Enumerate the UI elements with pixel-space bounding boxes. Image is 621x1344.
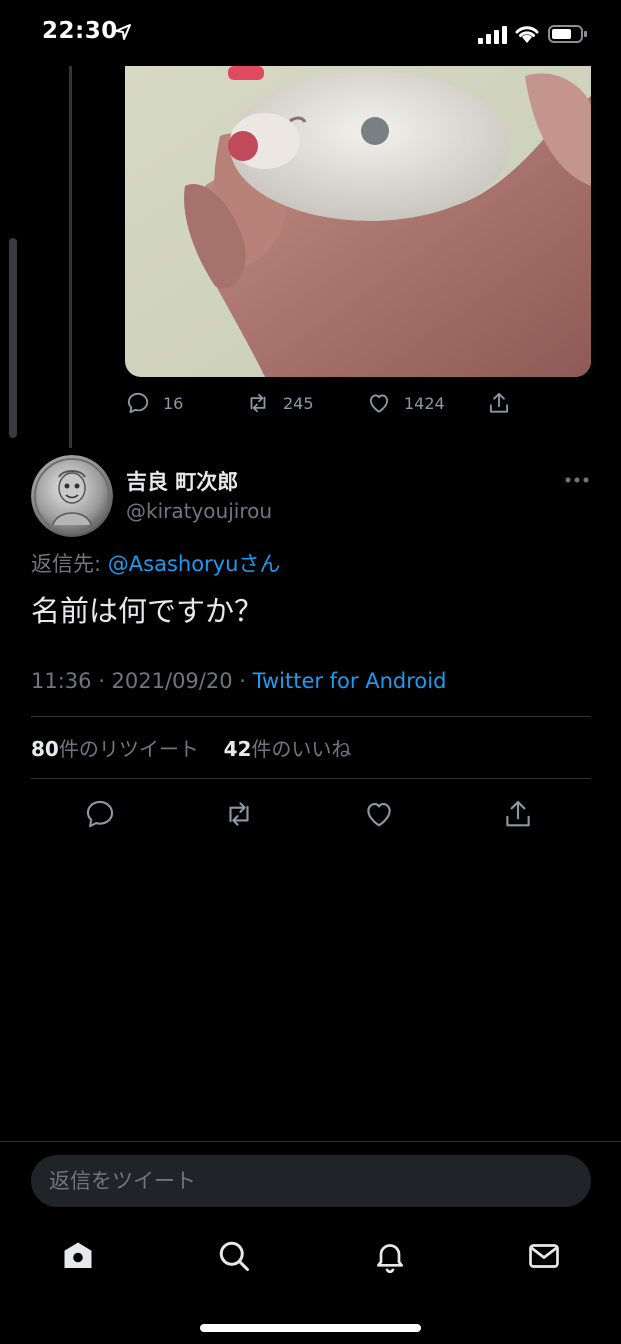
parent-like-button[interactable]: 1424 [366, 390, 445, 416]
cellular-signal-icon [478, 26, 507, 44]
reply-icon [127, 392, 149, 414]
like-button[interactable] [362, 797, 396, 831]
home-tab-icon[interactable] [60, 1238, 96, 1274]
retweet-count[interactable]: 80 [31, 737, 59, 761]
tweet-meta: 11:36 · 2021/09/20 · Twitter for Android [31, 669, 446, 693]
more-options-icon[interactable] [564, 473, 590, 487]
tweet-text: 名前は何ですか？ [31, 594, 264, 628]
reply-button[interactable] [83, 797, 117, 831]
tweet-stats: 80件のリツイート 42件のいいね [31, 733, 351, 762]
parent-reply-button[interactable]: 16 [125, 390, 183, 416]
scroll-indicator[interactable] [9, 238, 17, 438]
location-arrow-icon [115, 24, 131, 40]
parent-retweet-count: 245 [283, 393, 314, 413]
reply-to-line: 返信先: @Asashoryuさん [31, 548, 280, 578]
status-time: 22:30 [42, 18, 118, 44]
share-button[interactable] [501, 797, 535, 831]
parent-retweet-button[interactable]: 245 [245, 390, 314, 416]
tweet-source-link[interactable]: Twitter for Android [253, 669, 447, 693]
like-count[interactable]: 42 [224, 737, 252, 761]
parent-reply-count: 16 [163, 393, 184, 413]
divider [0, 1141, 621, 1142]
parent-share-button[interactable] [486, 390, 512, 416]
display-name[interactable]: 吉良 町次郎 [126, 466, 238, 496]
retweet-icon [250, 393, 266, 413]
reply-mention-link[interactable]: @Asashoryuさん [108, 552, 281, 576]
messages-tab-icon[interactable] [526, 1238, 562, 1274]
parent-like-count: 1424 [404, 393, 445, 413]
avatar[interactable] [31, 455, 113, 537]
retweet-button[interactable] [222, 797, 256, 831]
like-count-label[interactable]: 件のいいね [251, 737, 351, 761]
divider [31, 716, 591, 717]
thread-line [69, 66, 72, 448]
reply-to-label: 返信先: [31, 552, 108, 576]
reply-input[interactable] [31, 1155, 591, 1207]
home-indicator [200, 1324, 421, 1332]
battery-icon [548, 25, 587, 43]
share-icon [489, 392, 509, 413]
notifications-tab-icon[interactable] [372, 1238, 408, 1274]
search-tab-icon[interactable] [216, 1238, 252, 1274]
user-handle[interactable]: @kiratyoujirou [126, 499, 272, 523]
heart-icon [369, 394, 389, 413]
status-bar: 22:30 [0, 0, 621, 66]
retweet-count-label[interactable]: 件のリツイート [59, 737, 199, 761]
divider [31, 778, 591, 779]
wifi-icon [515, 26, 539, 43]
tweet-timestamp: 11:36 · 2021/09/20 · [31, 669, 253, 693]
tweet-media-image[interactable] [125, 66, 591, 377]
